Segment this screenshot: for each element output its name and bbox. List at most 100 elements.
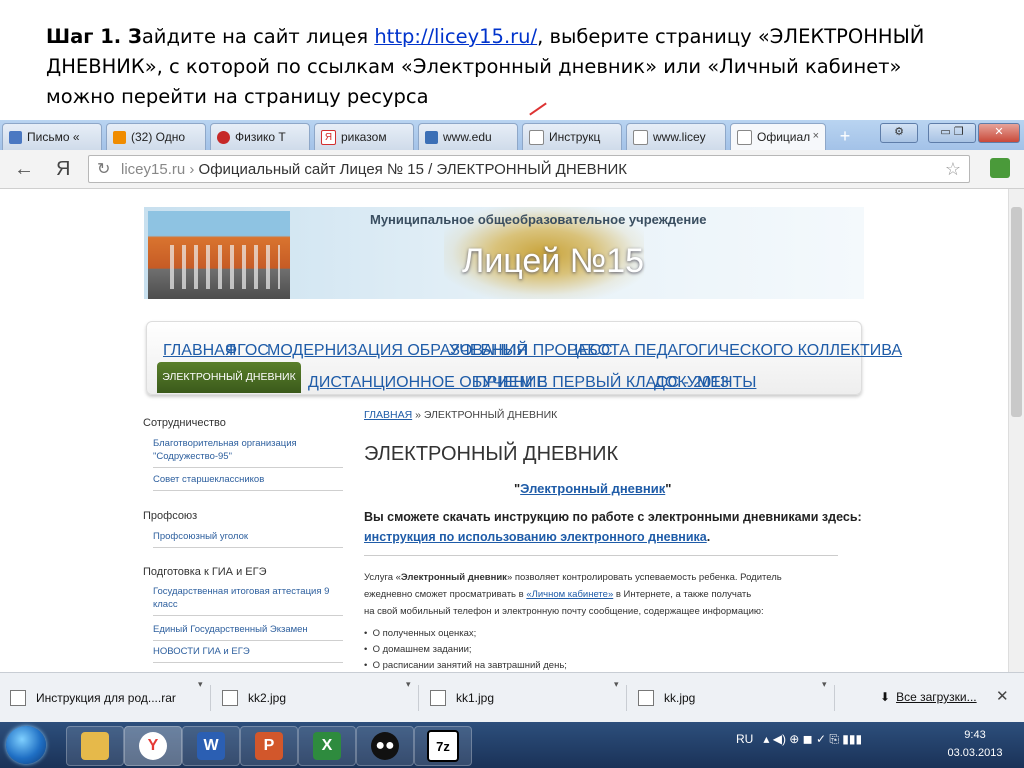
download-item[interactable]: kk1.jpg ▾	[430, 679, 627, 711]
edu-icon	[425, 130, 438, 144]
instruction-link[interactable]: инструкция по использованию электронного…	[364, 530, 707, 544]
breadcrumb-home[interactable]: ГЛАВНАЯ	[364, 409, 412, 421]
new-tab-button[interactable]: +	[830, 126, 860, 148]
window-close-button[interactable]: ✕	[978, 123, 1020, 143]
text: » позволяет контролировать успеваемость …	[506, 572, 782, 583]
download-item[interactable]: kk.jpg ▾	[638, 679, 835, 711]
physics-icon	[217, 130, 230, 144]
sidebar-item-charity[interactable]: Благотворительная организация "Содружест…	[153, 437, 343, 468]
close-icon: ✕	[994, 126, 1004, 138]
download-file-name: kk1.jpg	[456, 691, 495, 705]
taskbar-excel[interactable]: X	[298, 726, 356, 766]
chevron-down-icon[interactable]: ▾	[822, 679, 827, 690]
time: 9:43	[964, 729, 986, 741]
text: Услуга «	[364, 572, 401, 583]
eyes-app-icon: ●●	[371, 732, 399, 760]
yandex-logo-icon[interactable]: Я	[56, 158, 70, 181]
taskbar-app-eyes[interactable]: ●●	[356, 726, 414, 766]
personal-cabinet-link[interactable]: «Личном кабинете»	[526, 589, 613, 600]
download-item[interactable]: kk2.jpg ▾	[222, 679, 419, 711]
sidebar-head-gia-ege: Подготовка к ГИА и ЕГЭ	[143, 566, 267, 578]
scrollbar-thumb[interactable]	[1011, 207, 1022, 417]
clock[interactable]: 9:43 03.03.2013	[940, 726, 1010, 762]
vertical-scrollbar[interactable]	[1008, 189, 1024, 672]
yandex-icon: Я	[321, 129, 336, 145]
list-item: • О домашнем задании;	[364, 644, 472, 655]
taskbar-powerpoint[interactable]: P	[240, 726, 298, 766]
bookmark-star-icon[interactable]: ☆	[945, 156, 961, 183]
tab-label: www.edu	[443, 130, 492, 144]
nav-fgos[interactable]: ФГОС	[225, 342, 269, 360]
text: в Интернете, а также получать	[613, 589, 752, 600]
text: ежедневно сможет просматривать в	[364, 589, 527, 600]
sidebar-item-gia-news[interactable]: НОВОСТИ ГИА и ЕГЭ	[153, 645, 343, 663]
download-page-icon[interactable]	[990, 158, 1010, 178]
start-button[interactable]	[6, 726, 46, 764]
tab-label: рикaзом	[341, 130, 387, 144]
slide-caption: Шаг 1. Зайдите на сайт лицея http://lice…	[46, 22, 1006, 112]
tab-bar: Письмо « (32) Одно Физико Т Ярикaзом www…	[0, 120, 1024, 150]
tab-label: Письмо «	[27, 130, 80, 144]
date: 03.03.2013	[947, 747, 1003, 759]
tab-prikazom[interactable]: Ярикaзом	[314, 123, 414, 150]
url-page-title: Официальный сайт Лицея № 15 / ЭЛЕКТРОННЫ…	[198, 161, 628, 178]
sidebar-item-union-corner[interactable]: Профсоюзный уголок	[153, 530, 343, 548]
language-indicator[interactable]: RU	[736, 732, 753, 746]
tab-label: (32) Одно	[131, 130, 186, 144]
tab-close-icon[interactable]: ×	[813, 130, 819, 142]
ediary-link[interactable]: Электронный дневник	[520, 481, 665, 496]
tab-label: Физико Т	[235, 130, 286, 144]
taskbar: Y W P X ●● 7z RU ▴ ◀) ⊕ ◼ ✓ ⎘ ▮▮▮ 9:43 03…	[0, 722, 1024, 768]
tab-instruction[interactable]: Инструкц	[522, 123, 622, 150]
gear-icon: ⚙	[894, 126, 904, 138]
tray-icons[interactable]: ▴ ◀) ⊕ ◼ ✓ ⎘ ▮▮▮	[763, 732, 862, 746]
sidebar-item-senior-council[interactable]: Совет старшеклассников	[153, 473, 343, 491]
tab-odnoklassniki[interactable]: (32) Одно	[106, 123, 206, 150]
browser-window: Письмо « (32) Одно Физико Т Ярикaзом www…	[0, 120, 1024, 672]
nav-teachers[interactable]: РАБОТА ПЕДАГОГИЧЕСКОГО КОЛЛЕКТИВА	[567, 342, 902, 360]
tab-licey[interactable]: www.licey	[626, 123, 726, 150]
org-name: Муниципальное общеобразовательное учрежд…	[370, 212, 707, 227]
chevron-down-icon[interactable]: ▾	[406, 679, 411, 690]
tab-mail[interactable]: Письмо «	[2, 123, 102, 150]
sidebar-item-ege[interactable]: Единый Государственный Экзамен	[153, 623, 343, 641]
chevron-down-icon[interactable]: ▾	[198, 679, 203, 690]
settings-button[interactable]: ⚙	[880, 123, 918, 143]
breadcrumb: ГЛАВНАЯ » ЭЛЕКТРОННЫЙ ДНЕВНИК	[364, 409, 557, 421]
nav-documents[interactable]: ДОКУМЕНТЫ	[654, 374, 756, 392]
caption-text: айдите на сайт лицея	[141, 25, 375, 48]
ediary-heading: "Электронный дневник"	[514, 481, 671, 496]
caption-line-2: ДНЕВНИК», с которой по ссылкам «Электрон…	[46, 55, 902, 78]
tab-edu[interactable]: www.edu	[418, 123, 518, 150]
period: .	[706, 530, 711, 544]
url-separator: ›	[185, 161, 199, 178]
nav-electronic-diary[interactable]: ЭЛЕКТРОННЫЙ ДНЕВНИК	[157, 362, 301, 393]
list-item-text: О расписании занятий на завтрашний день;	[372, 660, 567, 671]
quote: "	[665, 481, 672, 496]
download-file-name: Инструкция для род....rar	[36, 691, 176, 705]
download-line: инструкция по использованию электронного…	[364, 530, 710, 544]
list-item-text: О домашнем задании;	[372, 644, 472, 655]
sidebar-item-gia9[interactable]: Государственная итоговая аттестация 9 кл…	[153, 585, 343, 616]
tab-official-active[interactable]: Официал ×	[730, 123, 826, 150]
taskbar-word[interactable]: W	[182, 726, 240, 766]
tab-physics[interactable]: Физико Т	[210, 123, 310, 150]
site-url-link[interactable]: http://licey15.ru/	[374, 25, 537, 48]
list-item-text: О полученных оценках;	[372, 628, 477, 639]
minimize-restore-buttons[interactable]: ▭ ❐	[928, 123, 976, 143]
address-bar[interactable]: ↻ licey15.ru › Официальный сайт Лицея № …	[88, 155, 970, 183]
site-header: Муниципальное общеобразовательное учрежд…	[144, 207, 864, 299]
all-downloads-link[interactable]: ⬇ Все загрузки...	[880, 690, 977, 704]
back-button[interactable]: ←	[14, 158, 34, 181]
site-name: Лицей №15	[462, 242, 645, 280]
tab-label: Инструкц	[549, 130, 601, 144]
reload-icon[interactable]: ↻	[97, 156, 110, 183]
taskbar-yandex-browser[interactable]: Y	[124, 726, 182, 766]
download-item[interactable]: Инструкция для род....rar ▾	[10, 679, 211, 711]
tab-label: Официал	[757, 130, 811, 144]
taskbar-7zip[interactable]: 7z	[414, 726, 472, 766]
all-downloads-label: Все загрузки...	[896, 690, 977, 704]
downloads-close-icon[interactable]: ✕	[996, 687, 1009, 705]
taskbar-explorer[interactable]	[66, 726, 124, 766]
chevron-down-icon[interactable]: ▾	[614, 679, 619, 690]
